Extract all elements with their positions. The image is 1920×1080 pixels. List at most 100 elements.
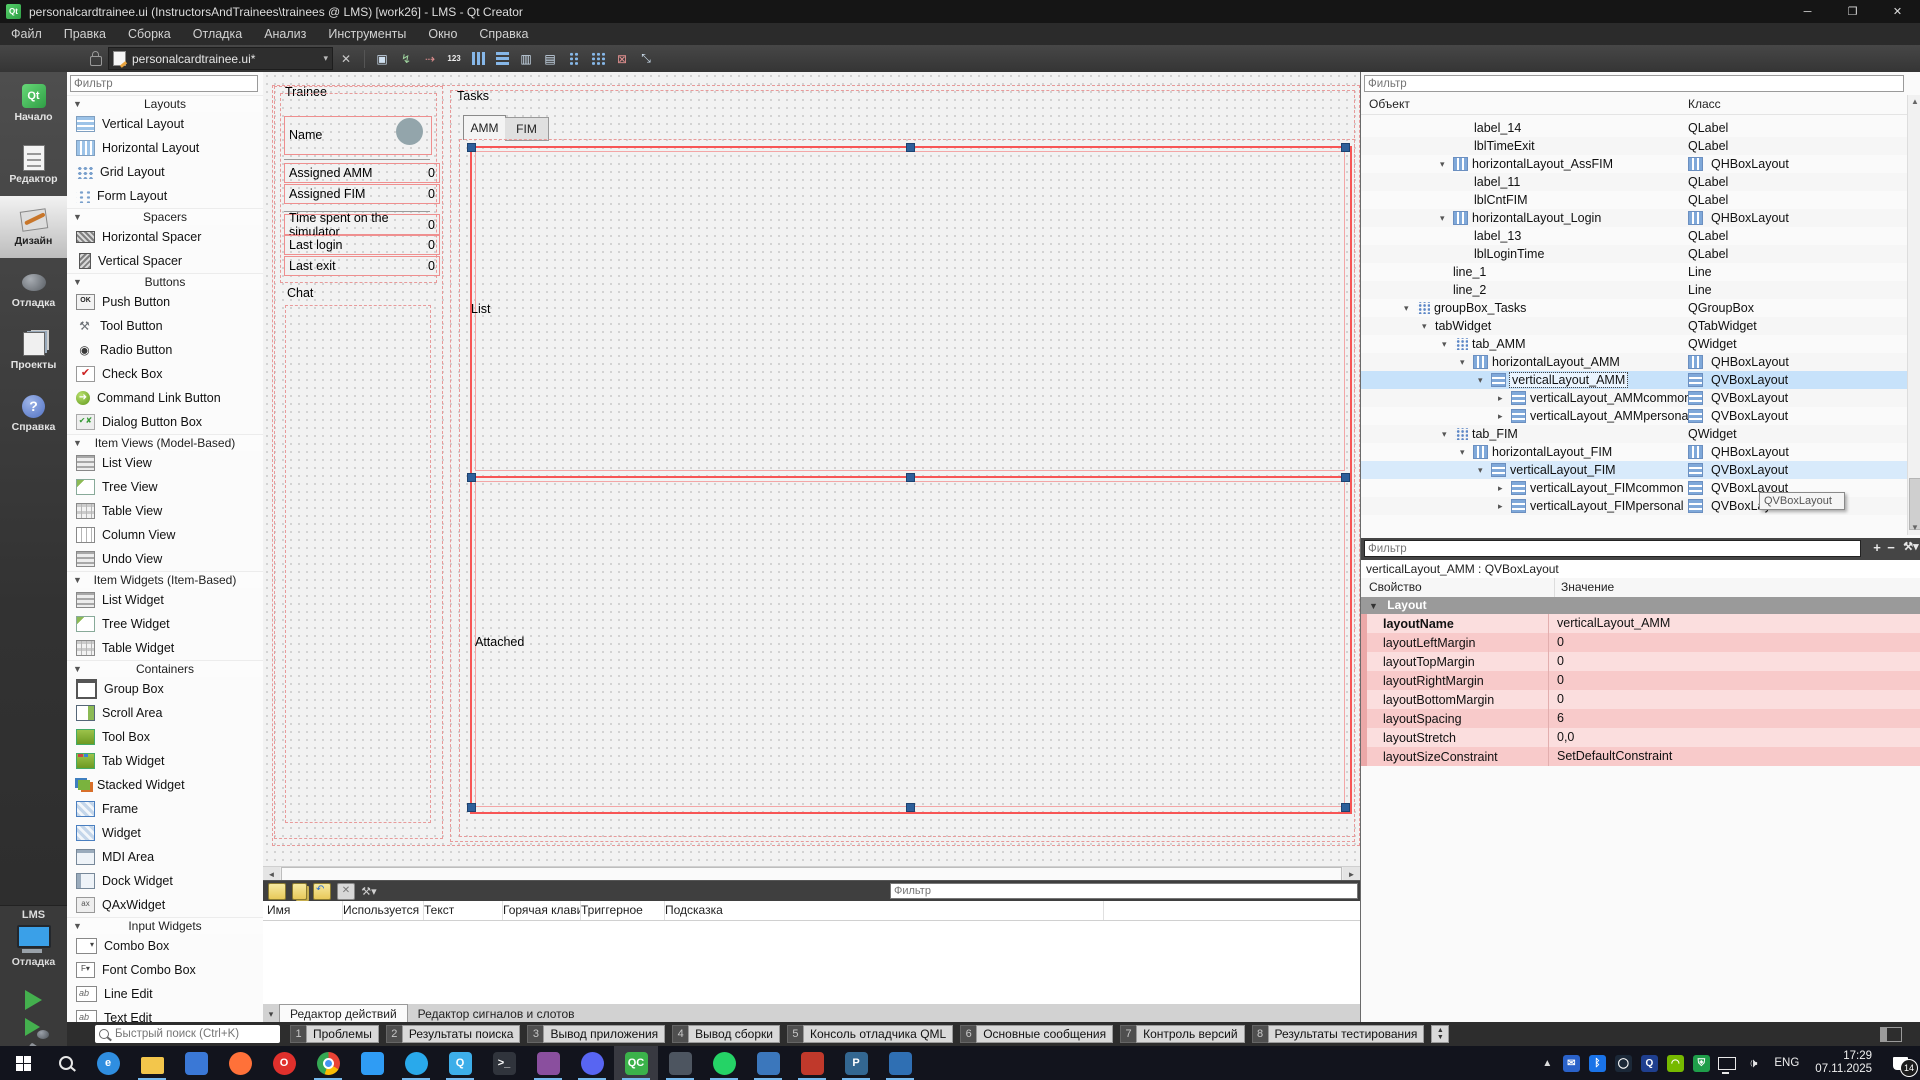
configure-properties-icon[interactable]: ⚒▾ xyxy=(1903,540,1919,553)
tree-row-horizontalLayout_Login[interactable]: ▾horizontalLayout_LoginQHBoxLayout xyxy=(1361,209,1907,227)
trainee-field-assigned-fim[interactable]: Assigned FIM0 xyxy=(284,184,440,204)
chevron-down-icon[interactable]: ▾ xyxy=(1422,321,1435,332)
widget-box-item-radio-button[interactable]: ◉Radio Button xyxy=(67,338,263,362)
scroll-up-icon[interactable]: ▲ xyxy=(1908,95,1920,109)
chevron-down-icon[interactable]: ▾ xyxy=(1460,357,1473,368)
output-panel-консоль-отладчика-qml[interactable]: 5Консоль отладчика QML xyxy=(787,1025,953,1043)
property-row-layoutTopMargin[interactable]: layoutTopMargin0 xyxy=(1361,652,1920,671)
widget-box-section-input-widgets[interactable]: ▼Input Widgets xyxy=(67,917,263,934)
output-panel-проблемы[interactable]: 1Проблемы xyxy=(290,1025,379,1043)
widget-box-item-group-box[interactable]: Group Box xyxy=(67,677,263,701)
trainee-field-last-exit[interactable]: Last exit0 xyxy=(284,256,440,276)
selection-handle[interactable] xyxy=(906,803,915,812)
trainee-name-row[interactable]: Name xyxy=(284,116,432,155)
widget-box-item-tool-button[interactable]: ⚒Tool Button xyxy=(67,314,263,338)
widget-box-item-tree-widget[interactable]: Tree Widget xyxy=(67,612,263,636)
widget-box-item-horizontal-layout[interactable]: Horizontal Layout xyxy=(67,136,263,160)
widget-box-item-scroll-area[interactable]: Scroll Area xyxy=(67,701,263,725)
kit-selector-icon[interactable] xyxy=(17,925,51,948)
object-inspector-filter-input[interactable] xyxy=(1364,75,1904,92)
nvidia-tray-icon[interactable]: ◠ xyxy=(1662,1046,1688,1080)
tree-row-horizontalLayout_AMM[interactable]: ▾horizontalLayout_AMMQHBoxLayout xyxy=(1361,353,1907,371)
trainee-field-time-spent-on-the-simulator[interactable]: Time spent on the simulator0 xyxy=(284,214,440,235)
selection-handle[interactable] xyxy=(1341,803,1350,812)
break-layout-icon[interactable]: ⊠ xyxy=(612,49,632,69)
widget-box-item-dock-widget[interactable]: Dock Widget xyxy=(67,869,263,893)
chevron-down-icon[interactable]: ▾ xyxy=(1440,159,1453,170)
widget-box-item-widget[interactable]: Widget xyxy=(67,821,263,845)
tree-row-lblLoginTime[interactable]: lblLoginTimeQLabel xyxy=(1361,245,1907,263)
chevron-right-icon[interactable]: ▸ xyxy=(1498,393,1511,404)
widget-box-item-command-link-button[interactable]: ➜Command Link Button xyxy=(67,386,263,410)
taskbar-app-telegram[interactable] xyxy=(394,1046,438,1080)
column-property[interactable]: Свойство xyxy=(1369,580,1422,594)
widget-box-item-form-layout[interactable]: Form Layout xyxy=(67,184,263,208)
widget-box-section-containers[interactable]: ▼Containers xyxy=(67,660,263,677)
property-row-layoutBottomMargin[interactable]: layoutBottomMargin0 xyxy=(1361,690,1920,709)
taskbar-app-qt-creator[interactable]: QC xyxy=(614,1046,658,1080)
tree-row-horizontalLayout_AssFIM[interactable]: ▾horizontalLayout_AssFIMQHBoxLayout xyxy=(1361,155,1907,173)
mode-edit[interactable]: Редактор xyxy=(0,134,67,196)
close-button[interactable]: ✕ xyxy=(1875,0,1920,23)
chevron-down-icon[interactable]: ▾ xyxy=(263,1005,279,1023)
column-class[interactable]: Класс xyxy=(1688,97,1721,111)
panel-spinner[interactable]: ▲▼ xyxy=(1431,1025,1449,1043)
taskbar-app-edge[interactable]: e xyxy=(86,1046,130,1080)
taskbar-app-opera[interactable]: O xyxy=(262,1046,306,1080)
chevron-down-icon[interactable]: ▾ xyxy=(1442,429,1455,440)
new-action-icon[interactable] xyxy=(268,883,286,900)
tree-row-verticalLayout_AMM[interactable]: ▾verticalLayout_AMMQVBoxLayout xyxy=(1361,371,1907,389)
selection-handle[interactable] xyxy=(1341,473,1350,482)
configure-actions-icon[interactable]: ⚒▾ xyxy=(358,885,380,898)
taskbar-app-qt-app[interactable]: Q xyxy=(438,1046,482,1080)
tree-row-verticalLayout_AMMpersonal[interactable]: ▸verticalLayout_AMMpersonalQVBoxLayout xyxy=(1361,407,1907,425)
widget-box-item-check-box[interactable]: ✔Check Box xyxy=(67,362,263,386)
widget-box-item-vertical-layout[interactable]: Vertical Layout xyxy=(67,112,263,136)
property-row-layoutSizeConstraint[interactable]: layoutSizeConstraintSetDefaultConstraint xyxy=(1361,747,1920,766)
menubar-item-tools[interactable]: Инструменты xyxy=(317,23,417,45)
tree-row-line_1[interactable]: line_1Line xyxy=(1361,263,1907,281)
widget-box-item-frame[interactable]: Frame xyxy=(67,797,263,821)
notification-center-button[interactable]: 14 xyxy=(1880,1046,1920,1080)
mode-help[interactable]: ?Справка xyxy=(0,382,67,444)
chevron-right-icon[interactable]: ▸ xyxy=(1498,483,1511,494)
form-horizontal-scrollbar[interactable]: ◄ ► xyxy=(263,866,1360,880)
taskbar-app-firefox[interactable] xyxy=(218,1046,262,1080)
taskbar-app-discord[interactable] xyxy=(570,1046,614,1080)
taskbar-app-pgadmin[interactable] xyxy=(878,1046,922,1080)
tree-row-label_11[interactable]: label_11QLabel xyxy=(1361,173,1907,191)
widget-box-item-dialog-button-box[interactable]: ✔✘Dialog Button Box xyxy=(67,410,263,434)
copy-action-icon[interactable] xyxy=(292,883,307,900)
widget-box-section-layouts[interactable]: ▼Layouts xyxy=(67,95,263,112)
property-value[interactable]: 0 xyxy=(1548,671,1920,690)
object-tree-scrollbar[interactable]: ▲ ▼ xyxy=(1907,95,1920,535)
keyboard-language[interactable]: ENG xyxy=(1766,1057,1807,1069)
mode-projects[interactable]: Проекты xyxy=(0,320,67,382)
mode-design[interactable]: Дизайн xyxy=(0,196,67,258)
lock-icon[interactable] xyxy=(90,56,102,66)
property-row-layoutLeftMargin[interactable]: layoutLeftMargin0 xyxy=(1361,633,1920,652)
taskbar-app-explorer[interactable] xyxy=(130,1046,174,1080)
selection-handle[interactable] xyxy=(467,473,476,482)
output-panel-результаты-тестирования[interactable]: 8Результаты тестирования xyxy=(1252,1025,1425,1043)
defender-tray-icon[interactable]: ⛨ xyxy=(1688,1046,1714,1080)
action-column-4[interactable]: Триггерное xyxy=(577,901,665,920)
layout-vertical-icon[interactable] xyxy=(492,49,512,69)
quik-tray-icon[interactable]: Q xyxy=(1636,1046,1662,1080)
chevron-right-icon[interactable]: ▸ xyxy=(1498,501,1511,512)
widget-box-item-table-widget[interactable]: Table Widget xyxy=(67,636,263,660)
output-panel-контроль-версий[interactable]: 7Контроль версий xyxy=(1120,1025,1244,1043)
start-button[interactable] xyxy=(0,1046,46,1080)
property-value[interactable]: verticalLayout_AMM xyxy=(1548,614,1920,633)
taskbar-app-kompas[interactable] xyxy=(174,1046,218,1080)
scroll-left-icon[interactable]: ◄ xyxy=(263,867,280,880)
tree-row-groupBox_Tasks[interactable]: ▾groupBox_TasksQGroupBox xyxy=(1361,299,1907,317)
close-document-icon[interactable]: ✕ xyxy=(341,52,351,66)
menubar-item-help[interactable]: Справка xyxy=(468,23,539,45)
widget-box-item-push-button[interactable]: OKPush Button xyxy=(67,290,263,314)
selection-handle[interactable] xyxy=(467,143,476,152)
taskbar-app-red-tool[interactable] xyxy=(790,1046,834,1080)
scroll-right-icon[interactable]: ► xyxy=(1343,867,1360,880)
action-filter-input[interactable] xyxy=(890,883,1358,899)
taskbar-app-system-monitor[interactable] xyxy=(746,1046,790,1080)
